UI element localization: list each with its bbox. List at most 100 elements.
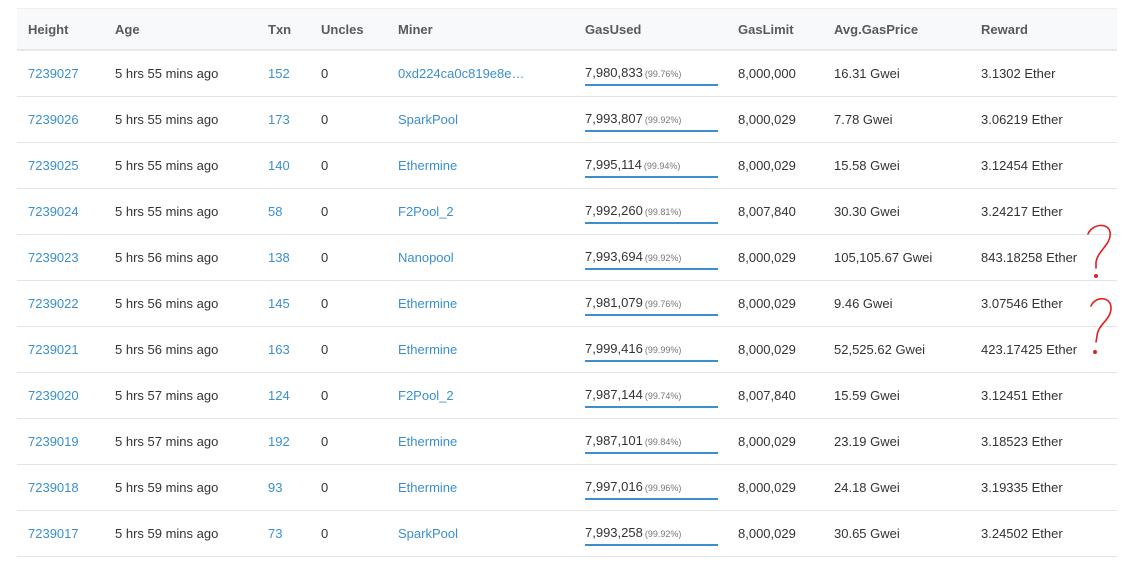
cell-reward: 3.18523 Ether	[970, 418, 1117, 465]
cell-age: 5 hrs 57 mins ago	[104, 372, 257, 419]
header-age[interactable]: Age	[104, 8, 257, 51]
miner-link[interactable]: F2Pool_2	[398, 204, 454, 219]
cell-gas-limit: 8,007,840	[727, 188, 823, 235]
block-height-link[interactable]: 7239017	[28, 526, 79, 541]
table-header-row: Height Age Txn Uncles Miner GasUsed GasL…	[17, 8, 1117, 51]
miner-link[interactable]: Nanopool	[398, 250, 454, 265]
cell-reward: 3.1302 Ether	[970, 50, 1117, 97]
cell-gas-limit: 8,000,029	[727, 96, 823, 143]
header-avg-gas-price[interactable]: Avg.GasPrice	[823, 8, 970, 51]
gas-used-value: 7,992,260	[585, 203, 643, 218]
cell-reward: 3.06219 Ether	[970, 96, 1117, 143]
table-row: 7239021 5 hrs 56 mins ago 163 0 Ethermine 7,9…	[17, 326, 1117, 373]
miner-link[interactable]: Ethermine	[398, 342, 457, 357]
cell-age: 5 hrs 56 mins ago	[104, 280, 257, 327]
cell-uncles: 0	[310, 188, 387, 235]
cell-height: 7239025	[17, 142, 104, 189]
txn-count-link[interactable]: 163	[268, 342, 290, 357]
header-miner[interactable]: Miner	[387, 8, 574, 51]
header-gas-used[interactable]: GasUsed	[574, 8, 727, 51]
gas-used-value: 7,993,258	[585, 525, 643, 540]
block-height-link[interactable]: 7239018	[28, 480, 79, 495]
table-row: 7239026 5 hrs 55 mins ago 173 0 SparkPool 7,9…	[17, 96, 1117, 143]
cell-avg-gas-price: 30.30 Gwei	[823, 188, 970, 235]
miner-link[interactable]: Ethermine	[398, 480, 457, 495]
gas-used-percent: (99.74%)	[644, 391, 682, 401]
block-height-link[interactable]: 7239019	[28, 434, 79, 449]
cell-gas-used: 7,987,101 (99.84%)	[574, 418, 727, 465]
gas-used-meter: 7,993,258 (99.92%)	[585, 525, 718, 546]
header-gas-limit[interactable]: GasLimit	[727, 8, 823, 51]
miner-link[interactable]: 0xd224ca0c819e8e…	[398, 66, 525, 81]
gas-used-bar	[585, 130, 718, 132]
gas-used-percent: (99.76%)	[644, 69, 682, 79]
miner-link[interactable]: F2Pool_2	[398, 388, 454, 403]
gas-used-meter: 7,999,416 (99.99%)	[585, 341, 718, 362]
cell-uncles: 0	[310, 326, 387, 373]
cell-uncles: 0	[310, 96, 387, 143]
gas-used-bar-fill	[585, 498, 718, 500]
cell-reward: 3.12451 Ether	[970, 372, 1117, 419]
gas-used-percent: (99.99%)	[644, 345, 682, 355]
txn-count-link[interactable]: 124	[268, 388, 290, 403]
gas-used-bar-fill	[585, 314, 718, 316]
miner-link[interactable]: Ethermine	[398, 434, 457, 449]
blocks-table: Height Age Txn Uncles Miner GasUsed GasL…	[17, 8, 1117, 557]
table-row: 7239027 5 hrs 55 mins ago 152 0 0xd224ca0c81…	[17, 50, 1117, 97]
cell-gas-limit: 8,000,029	[727, 464, 823, 511]
txn-count-link[interactable]: 152	[268, 66, 290, 81]
cell-miner: Nanopool	[387, 234, 574, 281]
gas-used-bar	[585, 268, 718, 270]
block-height-link[interactable]: 7239021	[28, 342, 79, 357]
cell-age: 5 hrs 55 mins ago	[104, 50, 257, 97]
cell-height: 7239022	[17, 280, 104, 327]
cell-miner: Ethermine	[387, 464, 574, 511]
cell-gas-used: 7,993,694 (99.92%)	[574, 234, 727, 281]
cell-avg-gas-price: 16.31 Gwei	[823, 50, 970, 97]
txn-count-link[interactable]: 192	[268, 434, 290, 449]
header-txn[interactable]: Txn	[257, 8, 310, 51]
txn-count-link[interactable]: 73	[268, 526, 282, 541]
cell-miner: 0xd224ca0c819e8e…	[387, 50, 574, 97]
block-height-link[interactable]: 7239027	[28, 66, 79, 81]
block-height-link[interactable]: 7239023	[28, 250, 79, 265]
block-height-link[interactable]: 7239022	[28, 296, 79, 311]
txn-count-link[interactable]: 140	[268, 158, 290, 173]
cell-height: 7239021	[17, 326, 104, 373]
cell-avg-gas-price: 23.19 Gwei	[823, 418, 970, 465]
gas-used-bar	[585, 222, 718, 224]
txn-count-link[interactable]: 145	[268, 296, 290, 311]
header-reward[interactable]: Reward	[970, 8, 1117, 51]
cell-txn: 58	[257, 188, 310, 235]
header-height[interactable]: Height	[17, 8, 104, 51]
cell-gas-used: 7,987,144 (99.74%)	[574, 372, 727, 419]
txn-count-link[interactable]: 58	[268, 204, 282, 219]
cell-txn: 124	[257, 372, 310, 419]
gas-used-meter: 7,980,833 (99.76%)	[585, 65, 718, 86]
cell-reward: 3.24217 Ether	[970, 188, 1117, 235]
miner-link[interactable]: SparkPool	[398, 526, 458, 541]
gas-used-meter: 7,993,694 (99.92%)	[585, 249, 718, 270]
header-uncles[interactable]: Uncles	[310, 8, 387, 51]
miner-link[interactable]: Ethermine	[398, 296, 457, 311]
cell-age: 5 hrs 55 mins ago	[104, 96, 257, 143]
miner-link[interactable]: SparkPool	[398, 112, 458, 127]
cell-miner: F2Pool_2	[387, 188, 574, 235]
gas-used-bar	[585, 406, 718, 408]
txn-count-link[interactable]: 138	[268, 250, 290, 265]
gas-used-percent: (99.96%)	[644, 483, 682, 493]
block-height-link[interactable]: 7239024	[28, 204, 79, 219]
cell-avg-gas-price: 9.46 Gwei	[823, 280, 970, 327]
txn-count-link[interactable]: 93	[268, 480, 282, 495]
table-row: 7239018 5 hrs 59 mins ago 93 0 Ethermine 7,99…	[17, 464, 1117, 511]
cell-height: 7239017	[17, 510, 104, 557]
gas-used-bar-fill	[585, 222, 718, 224]
block-height-link[interactable]: 7239025	[28, 158, 79, 173]
cell-height: 7239020	[17, 372, 104, 419]
cell-height: 7239026	[17, 96, 104, 143]
miner-link[interactable]: Ethermine	[398, 158, 457, 173]
block-height-link[interactable]: 7239026	[28, 112, 79, 127]
cell-gas-used: 7,980,833 (99.76%)	[574, 50, 727, 97]
txn-count-link[interactable]: 173	[268, 112, 290, 127]
block-height-link[interactable]: 7239020	[28, 388, 79, 403]
